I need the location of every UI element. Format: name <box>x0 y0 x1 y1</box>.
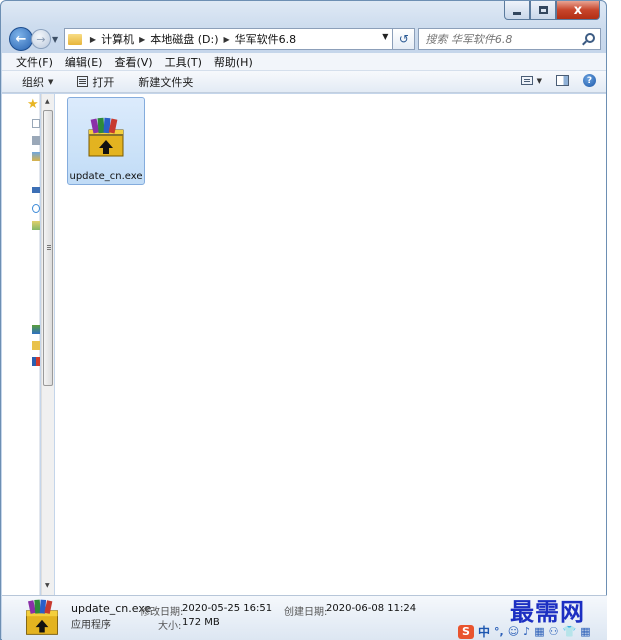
menu-file[interactable]: 文件(F) <box>16 54 53 70</box>
chevron-right-icon[interactable]: ▶ <box>90 35 96 44</box>
minimize-icon <box>513 11 521 15</box>
search-box[interactable] <box>418 28 602 50</box>
user-icon[interactable]: ⚇ <box>549 625 559 638</box>
menu-edit[interactable]: 编辑(E) <box>65 54 103 70</box>
help-icon[interactable]: ? <box>583 74 596 87</box>
favorites-star-icon[interactable]: ★ <box>27 97 39 112</box>
skin-icon[interactable]: 👕 <box>562 625 576 638</box>
punctuation-icon[interactable]: °, <box>494 625 504 638</box>
navigation-scrollbar[interactable]: ▲ ▼ <box>41 94 54 595</box>
address-bar[interactable]: ▶ 计算机 ▶ 本地磁盘 (D:) ▶ 华军软件6.8 ▼ <box>63 28 394 50</box>
folder-icon[interactable] <box>32 341 40 350</box>
command-bar: 组织 ▼ 打开 新建文件夹 ▼ ? <box>2 71 606 93</box>
homegroup-icon[interactable] <box>32 325 40 334</box>
search-input[interactable] <box>425 32 576 46</box>
menu-tools[interactable]: 工具(T) <box>165 54 202 70</box>
winrar-installer-icon <box>88 117 124 157</box>
caption-buttons: x <box>504 1 600 20</box>
desktop-icon[interactable] <box>32 152 40 161</box>
maximize-button[interactable] <box>530 1 556 20</box>
scroll-thumb[interactable] <box>43 110 53 386</box>
scroll-down-icon[interactable]: ▼ <box>45 582 50 589</box>
keyboard-icon[interactable]: ▦ <box>534 625 544 638</box>
winrar-installer-icon <box>26 599 58 635</box>
view-controls: ▼ ? <box>520 74 596 87</box>
close-icon: x <box>573 2 583 18</box>
back-arrow-icon: ← <box>15 31 27 47</box>
sogou-logo-icon[interactable]: S <box>458 624 474 639</box>
new-folder-label: 新建文件夹 <box>138 75 194 89</box>
desktop-edge <box>607 0 621 640</box>
preview-pane-icon[interactable] <box>556 75 569 86</box>
document-icon[interactable] <box>32 119 40 128</box>
recent-pages-dropdown[interactable]: ▼ <box>52 35 62 44</box>
forward-arrow-icon: → <box>36 32 46 46</box>
open-label: 打开 <box>92 75 115 89</box>
refresh-icon: ↺ <box>398 32 409 46</box>
toolbox-icon[interactable]: ▦ <box>580 625 590 638</box>
chevron-right-icon[interactable]: ▶ <box>224 35 230 44</box>
open-button[interactable]: 打开 <box>77 74 114 90</box>
forward-button[interactable]: → <box>30 29 51 49</box>
caret-down-icon: ▼ <box>48 77 54 86</box>
chevron-right-icon[interactable]: ▶ <box>139 35 145 44</box>
file-item[interactable]: update_cn.exe <box>67 97 145 185</box>
minimize-button[interactable] <box>504 1 530 20</box>
ime-toolbar: S 中 °, ☺ ♪ ▦ ⚇ 👕 ▦ <box>458 623 618 640</box>
back-button[interactable]: ← <box>9 27 33 51</box>
change-view-icon[interactable] <box>520 76 533 85</box>
address-row: ← → ▼ ▶ 计算机 ▶ 本地磁盘 (D:) ▶ 华军软件6.8 ▼ ↺ <box>9 27 602 51</box>
new-folder-button[interactable]: 新建文件夹 <box>138 74 193 90</box>
emoji-icon[interactable]: ☺ <box>508 625 519 638</box>
search-icon[interactable] <box>585 33 596 43</box>
file-name: update_cn.exe <box>69 171 143 182</box>
details-file-type: 应用程序 <box>71 620 111 631</box>
details-size-value: 172 MB <box>182 617 220 628</box>
explorer-window: x ← → ▼ ▶ 计算机 ▶ 本地磁盘 (D:) ▶ 华军软件6.8 ▼ ↺ … <box>0 0 607 640</box>
computer-icon[interactable] <box>32 187 40 193</box>
details-created-label: 创建日期: <box>284 607 328 618</box>
grip-icon <box>47 245 51 246</box>
maximize-icon <box>538 6 548 14</box>
refresh-button[interactable]: ↺ <box>393 28 416 50</box>
open-icon <box>77 76 89 87</box>
file-list[interactable]: update_cn.exe <box>55 94 606 595</box>
menu-bar: 文件(F) 编辑(E) 查看(V) 工具(T) 帮助(H) <box>2 53 606 71</box>
folder-icon <box>67 33 82 45</box>
address-history-dropdown[interactable]: ▼ <box>382 32 388 41</box>
details-modified-value: 2020-05-25 16:51 <box>182 603 273 614</box>
drive-icon[interactable] <box>32 357 40 366</box>
breadcrumb-computer[interactable]: 计算机 <box>101 31 134 47</box>
menu-view[interactable]: 查看(V) <box>114 54 152 70</box>
view-options-dropdown[interactable]: ▼ <box>537 77 542 85</box>
organize-label: 组织 <box>22 75 44 89</box>
network-icon[interactable] <box>32 204 40 213</box>
details-created-value: 2020-06-08 11:24 <box>326 603 417 614</box>
details-modified-label: 修改日期: <box>140 607 184 618</box>
site-watermark: 最需网 <box>510 597 585 626</box>
details-size-label: 大小: <box>158 621 182 632</box>
scroll-up-icon[interactable]: ▲ <box>45 98 50 105</box>
libraries-icon[interactable] <box>32 221 40 230</box>
voice-icon[interactable]: ♪ <box>523 625 530 638</box>
breadcrumb-drive-d[interactable]: 本地磁盘 (D:) <box>150 31 218 47</box>
menu-help[interactable]: 帮助(H) <box>214 54 253 70</box>
organize-button[interactable]: 组织 ▼ <box>22 74 53 90</box>
close-button[interactable]: x <box>556 1 600 20</box>
downloads-icon[interactable] <box>32 136 40 145</box>
breadcrumb-current-folder[interactable]: 华军软件6.8 <box>235 31 297 47</box>
ime-mode-toggle[interactable]: 中 <box>478 623 490 640</box>
